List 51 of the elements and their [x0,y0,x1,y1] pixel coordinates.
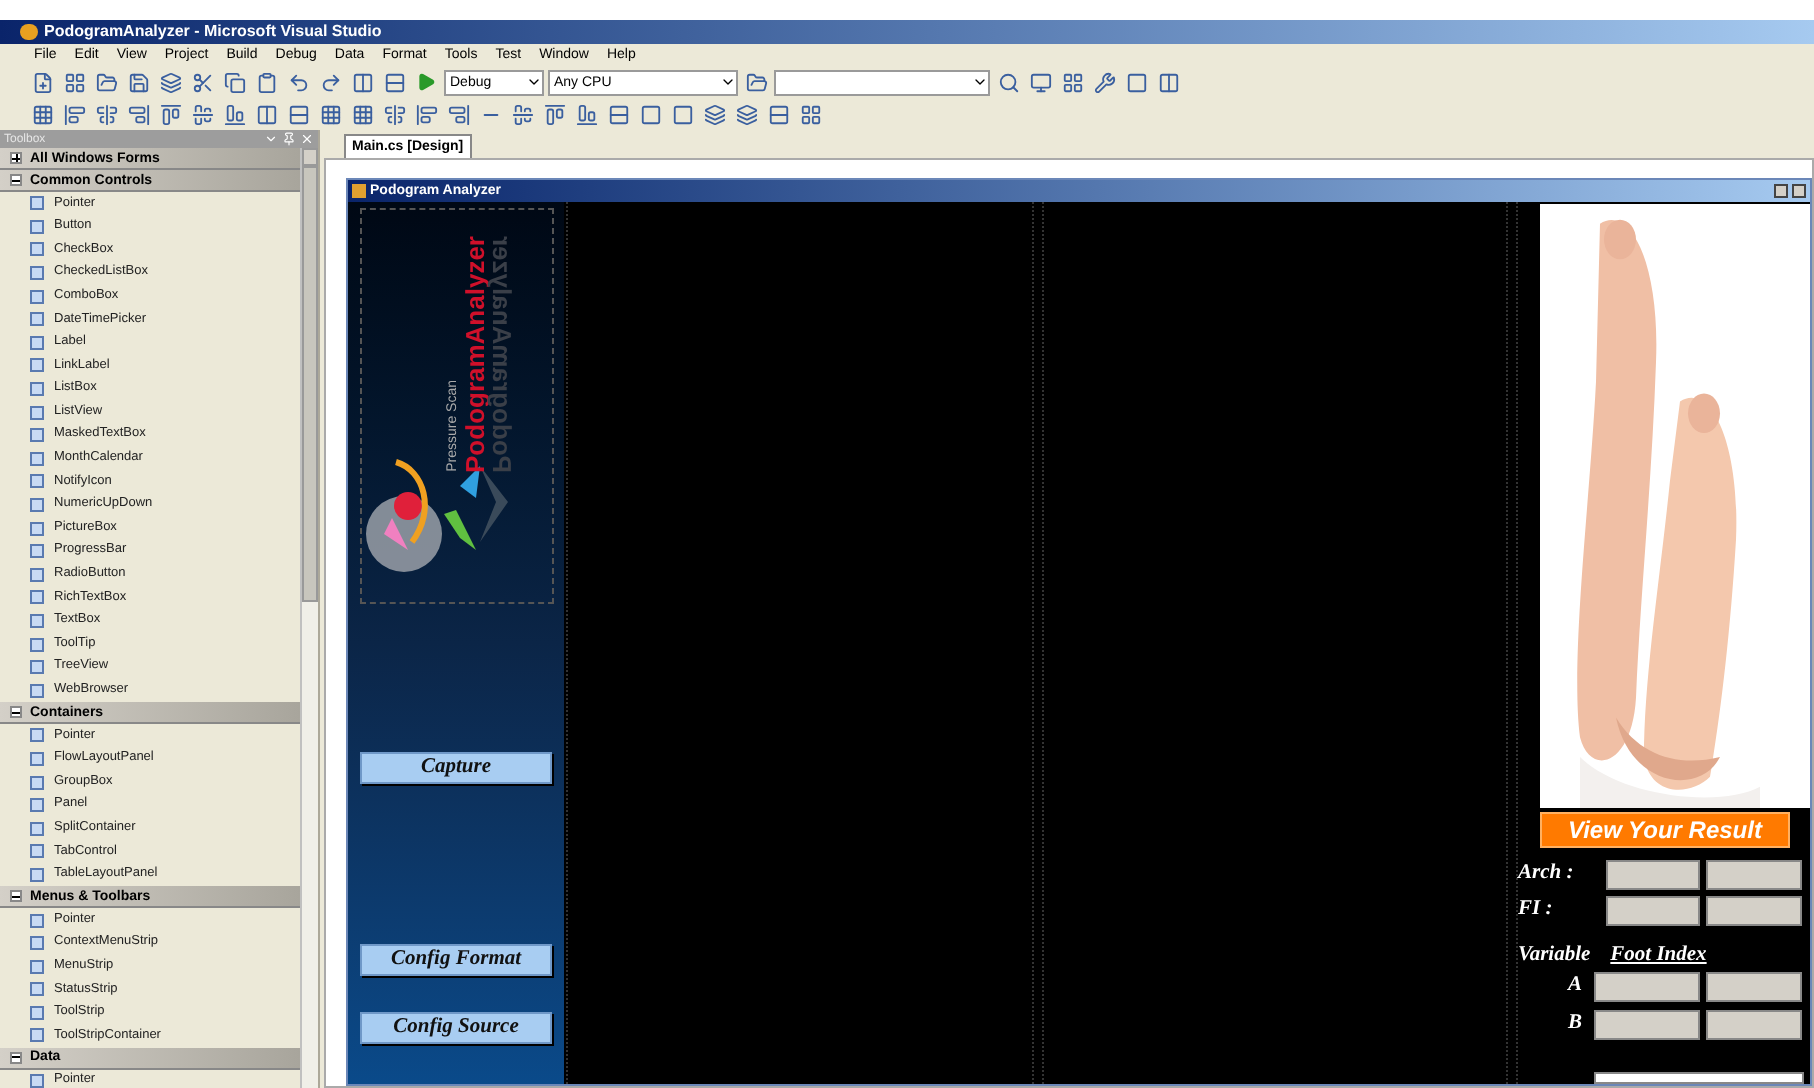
variable-field[interactable] [1594,971,1700,1001]
variable-field[interactable] [1594,1009,1700,1039]
variable-label: B [1567,1013,1582,1035]
align-center-icon[interactable] [92,100,120,128]
view-field[interactable] [1594,1072,1804,1084]
logo-reflection: PodogramAnalyzer [489,235,515,472]
window-title: PodogramAnalyzer - Microsoft Visual Studio [44,24,382,40]
collapse-icon[interactable] [10,1051,22,1064]
combo-box[interactable] [774,69,990,95]
collapse-icon[interactable] [10,890,22,903]
result-field[interactable] [1706,896,1802,926]
column-heading: Foot Index [1610,945,1707,966]
action-button[interactable]: Capture [360,752,552,784]
variable-field[interactable] [1706,1009,1802,1039]
result-label: FI : [1518,900,1555,922]
copy-icon[interactable] [220,68,248,96]
panel-icon[interactable] [1154,68,1182,96]
action-button[interactable]: Config Format [360,944,552,976]
tools-icon[interactable] [1090,68,1118,96]
folder-icon[interactable] [92,68,120,96]
collapse-icon[interactable] [10,174,22,186]
save-icon[interactable] [124,68,152,96]
cut-icon[interactable] [188,68,216,96]
control-icon [30,1074,44,1088]
align-bottom-icon[interactable] [220,100,248,128]
variable-field[interactable] [1706,971,1802,1001]
result-label: Arch : [1518,864,1576,886]
window-icon[interactable] [1122,68,1150,96]
dropdown-icon[interactable] [264,132,278,146]
form-icon [352,184,366,198]
maximize-icon[interactable] [1792,184,1806,198]
close-icon[interactable] [300,132,314,146]
search-icon[interactable] [994,68,1022,96]
scrollbar[interactable] [300,148,318,1088]
action-button[interactable]: Config Source [360,1012,552,1044]
align-middle-icon[interactable] [188,100,216,128]
minimize-icon[interactable] [1774,184,1788,198]
align-right-icon[interactable] [124,100,152,128]
result-field[interactable] [1606,860,1700,890]
variable-label: A [1567,975,1582,997]
expand-icon[interactable] [10,152,22,164]
result-field[interactable] [1706,860,1802,890]
collapse-icon[interactable] [10,706,22,719]
logo-title: PodogramAnalyzer [461,235,487,472]
app-icon [20,24,38,40]
column-heading: Variable [1518,945,1591,966]
start-icon[interactable] [416,72,436,92]
result-field[interactable] [1606,896,1700,926]
align-left-icon[interactable] [60,100,88,128]
align-top-icon[interactable] [156,100,184,128]
grid-icon[interactable] [28,100,56,128]
